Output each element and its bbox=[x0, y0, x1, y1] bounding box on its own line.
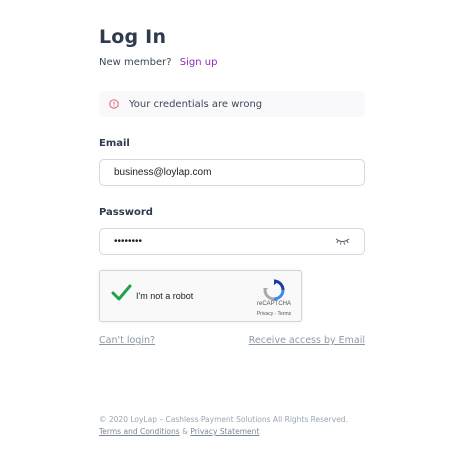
email-field-wrapper[interactable] bbox=[99, 159, 365, 186]
checkmark-icon[interactable] bbox=[111, 284, 132, 301]
signup-link[interactable]: Sign up bbox=[180, 57, 218, 68]
password-label: Password bbox=[99, 207, 153, 218]
eye-closed-icon[interactable] bbox=[335, 237, 350, 246]
recaptcha-brand: reCAPTCHA bbox=[256, 301, 291, 307]
recaptcha-logo-icon bbox=[263, 279, 285, 301]
email-label: Email bbox=[99, 138, 130, 149]
receive-access-link[interactable]: Receive access by Email bbox=[249, 335, 365, 346]
password-field-wrapper[interactable] bbox=[99, 228, 365, 255]
recaptcha-widget[interactable]: I'm not a robot reCAPTCHA Privacy - Term… bbox=[99, 270, 302, 322]
error-message: Your credentials are wrong bbox=[129, 98, 263, 110]
alert-circle-icon bbox=[109, 99, 119, 109]
signup-row: New member? Sign up bbox=[99, 57, 217, 68]
footer-links: Terms and Conditions & Privacy Statement bbox=[99, 427, 259, 436]
recaptcha-terms[interactable]: Privacy - Terms bbox=[248, 311, 300, 317]
footer-separator: & bbox=[182, 427, 188, 436]
new-member-prompt: New member? bbox=[99, 57, 172, 68]
recaptcha-label: I'm not a robot bbox=[136, 291, 194, 301]
email-field[interactable] bbox=[114, 167, 324, 178]
error-alert: Your credentials are wrong bbox=[99, 91, 365, 117]
cant-login-link[interactable]: Can't login? bbox=[99, 335, 155, 346]
terms-link[interactable]: Terms and Conditions bbox=[99, 427, 180, 436]
footer-copyright: © 2020 LoyLap – Cashless Payment Solutio… bbox=[99, 415, 348, 424]
page-title: Log In bbox=[99, 26, 167, 48]
privacy-link[interactable]: Privacy Statement bbox=[190, 427, 259, 436]
password-field[interactable] bbox=[114, 236, 324, 247]
